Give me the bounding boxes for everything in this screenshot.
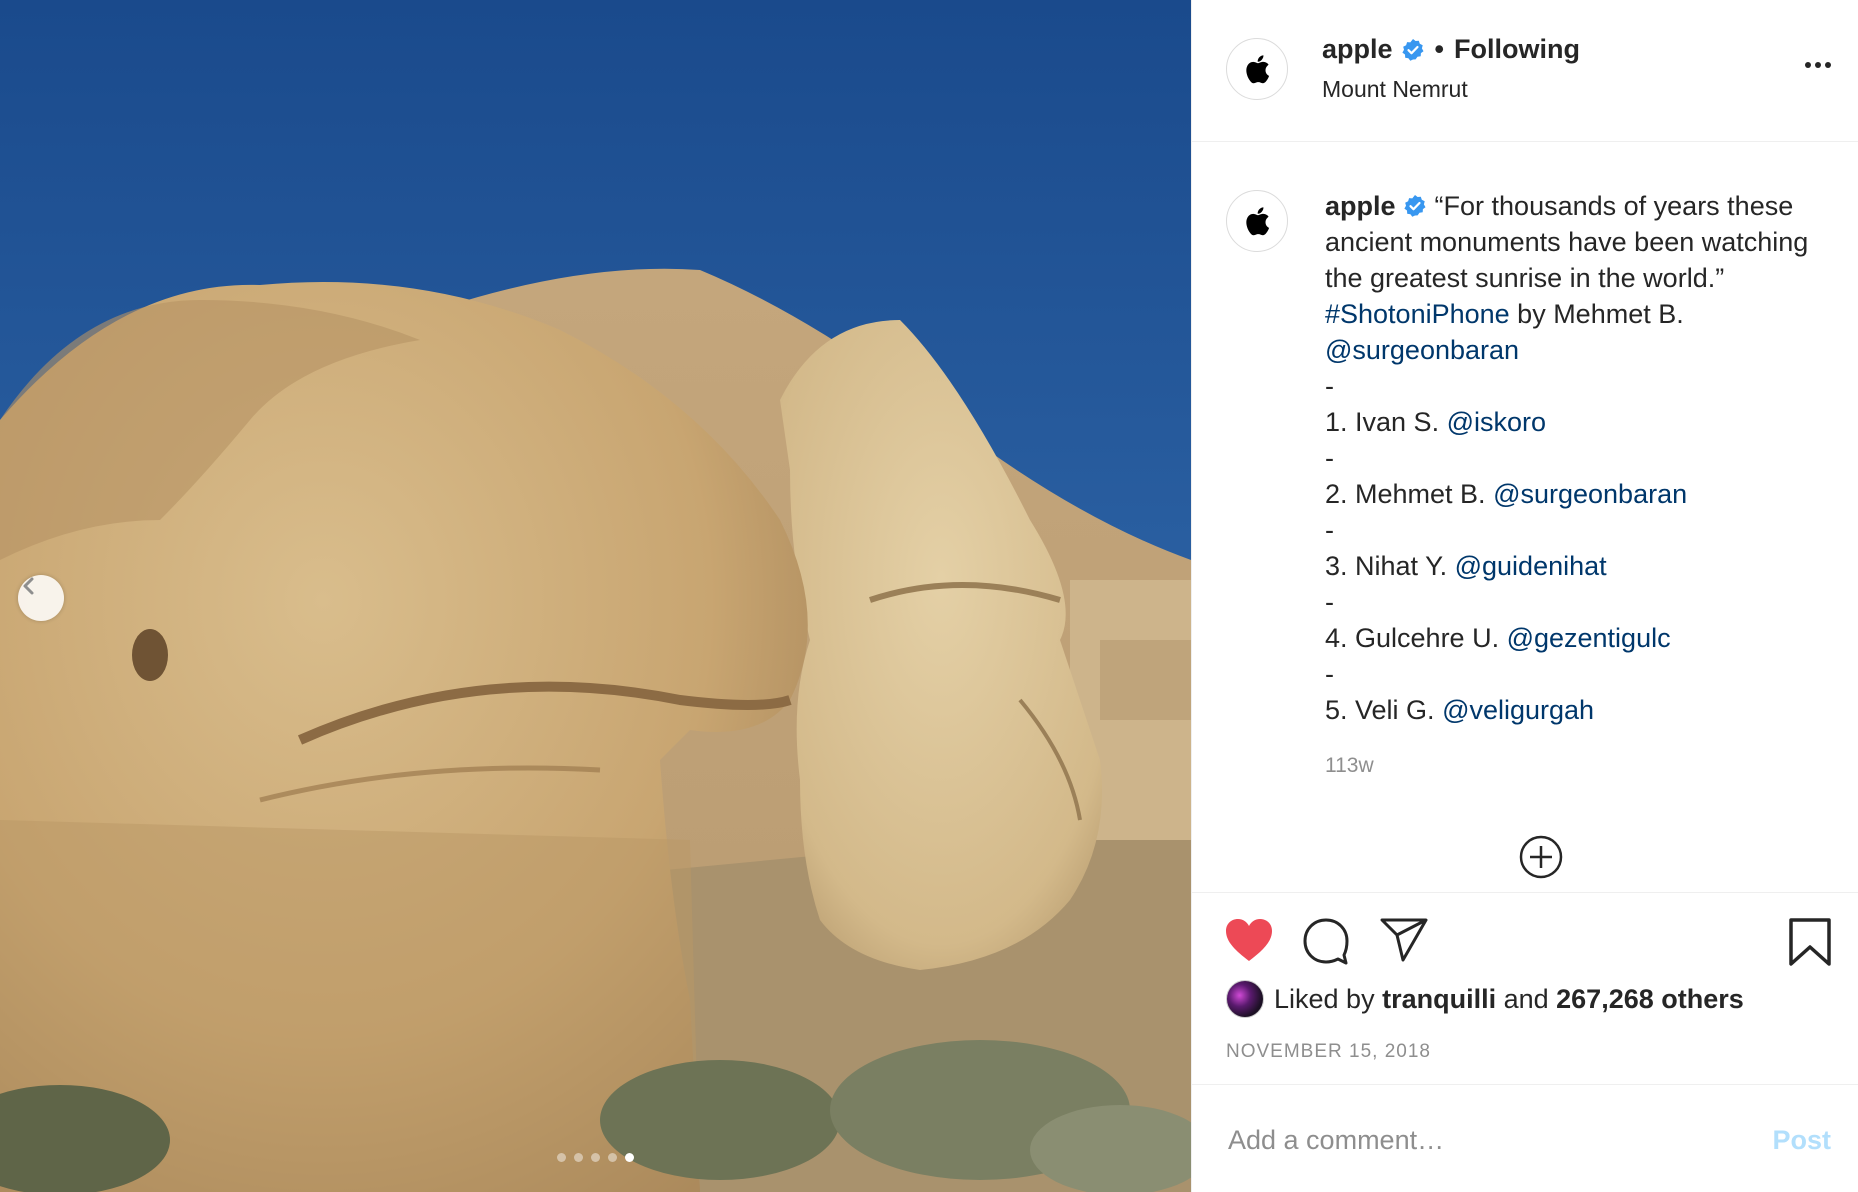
apple-logo-icon — [1246, 55, 1270, 84]
comment-icon — [1303, 918, 1349, 965]
mention-link[interactable]: @iskoro — [1447, 407, 1546, 437]
caption-dash: - — [1325, 515, 1334, 545]
credit-label: 4. Gulcehre U. — [1325, 623, 1507, 653]
carousel-dot — [591, 1153, 600, 1162]
share-button[interactable] — [1380, 917, 1428, 968]
caption-text: “For thousands of years these ancient mo… — [1325, 191, 1816, 293]
caption-dash: - — [1325, 371, 1334, 401]
likes-count[interactable]: 267,268 others — [1556, 984, 1744, 1014]
post-side-panel: apple • Following Mount Nemrut apple “Fo… — [1191, 0, 1858, 1192]
following-button[interactable]: Following — [1454, 34, 1580, 65]
caption-section: apple “For thousands of years these anci… — [1192, 142, 1858, 892]
caption-text: by Mehmet B. — [1509, 299, 1692, 329]
mention-link[interactable]: @surgeonbaran — [1325, 335, 1519, 365]
post-caption: apple “For thousands of years these anci… — [1325, 188, 1825, 728]
credit-label: 5. Veli G. — [1325, 695, 1443, 725]
post-comment-button[interactable]: Post — [1772, 1125, 1831, 1156]
post-header: apple • Following Mount Nemrut — [1192, 0, 1858, 142]
caption-dash: - — [1325, 587, 1334, 617]
liked-by-user[interactable]: tranquilli — [1382, 984, 1496, 1014]
caption-username[interactable]: apple — [1325, 191, 1396, 221]
verified-badge-icon — [1401, 38, 1425, 62]
carousel-dot — [608, 1153, 617, 1162]
liked-by-prefix: Liked by — [1274, 983, 1383, 1014]
carousel-dot-active — [625, 1153, 634, 1162]
verified-badge-icon — [1403, 194, 1427, 218]
plus-circle-icon — [1519, 835, 1563, 879]
save-button[interactable] — [1788, 917, 1832, 972]
avatar[interactable] — [1226, 980, 1264, 1018]
apple-logo-icon — [1246, 207, 1270, 236]
hashtag-link[interactable]: #ShotoniPhone — [1325, 299, 1510, 329]
load-more-comments-button[interactable] — [1518, 834, 1564, 880]
caption-dash: - — [1325, 443, 1334, 473]
post-date[interactable]: NOVEMBER 15, 2018 — [1226, 1041, 1431, 1063]
bookmark-icon — [1789, 918, 1831, 966]
header-username[interactable]: apple — [1322, 34, 1393, 65]
post-time-ago[interactable]: 113w — [1325, 754, 1374, 778]
comment-input[interactable] — [1226, 1115, 1730, 1165]
stone-heads-photo — [0, 0, 1191, 1192]
chevron-left-icon — [23, 577, 34, 595]
header-separator: • — [1434, 34, 1444, 64]
avatar[interactable] — [1226, 38, 1288, 100]
avatar[interactable] — [1226, 190, 1288, 252]
post-location[interactable]: Mount Nemrut — [1322, 76, 1468, 103]
liked-by-and: and — [1496, 983, 1557, 1014]
carousel-dot — [574, 1153, 583, 1162]
more-options-icon[interactable] — [1805, 62, 1831, 68]
liked-by-row: Liked by tranquilli and 267,268 others — [1226, 980, 1744, 1018]
mention-link[interactable]: @surgeonbaran — [1493, 479, 1687, 509]
carousel-prev-button[interactable] — [18, 575, 64, 621]
credit-label: 2. Mehmet B. — [1325, 479, 1494, 509]
mention-link[interactable]: @guidenihat — [1455, 551, 1607, 581]
share-icon — [1380, 918, 1428, 962]
header-user-row: apple • Following — [1322, 34, 1580, 65]
carousel-dot — [557, 1153, 566, 1162]
credit-label: 3. Nihat Y. — [1325, 551, 1455, 581]
mention-link[interactable]: @gezentigulc — [1507, 623, 1671, 653]
like-button[interactable] — [1224, 917, 1274, 968]
heart-filled-icon — [1226, 919, 1272, 961]
post-photo[interactable] — [0, 0, 1191, 1192]
post-actions: Liked by tranquilli and 267,268 others N… — [1192, 892, 1858, 1084]
comment-box: Post — [1192, 1084, 1858, 1192]
carousel-indicator — [0, 1153, 1191, 1162]
caption-dash: - — [1325, 659, 1334, 689]
comment-button[interactable] — [1302, 917, 1350, 970]
mention-link[interactable]: @veligurgah — [1442, 695, 1594, 725]
credit-label: 1. Ivan S. — [1325, 407, 1447, 437]
